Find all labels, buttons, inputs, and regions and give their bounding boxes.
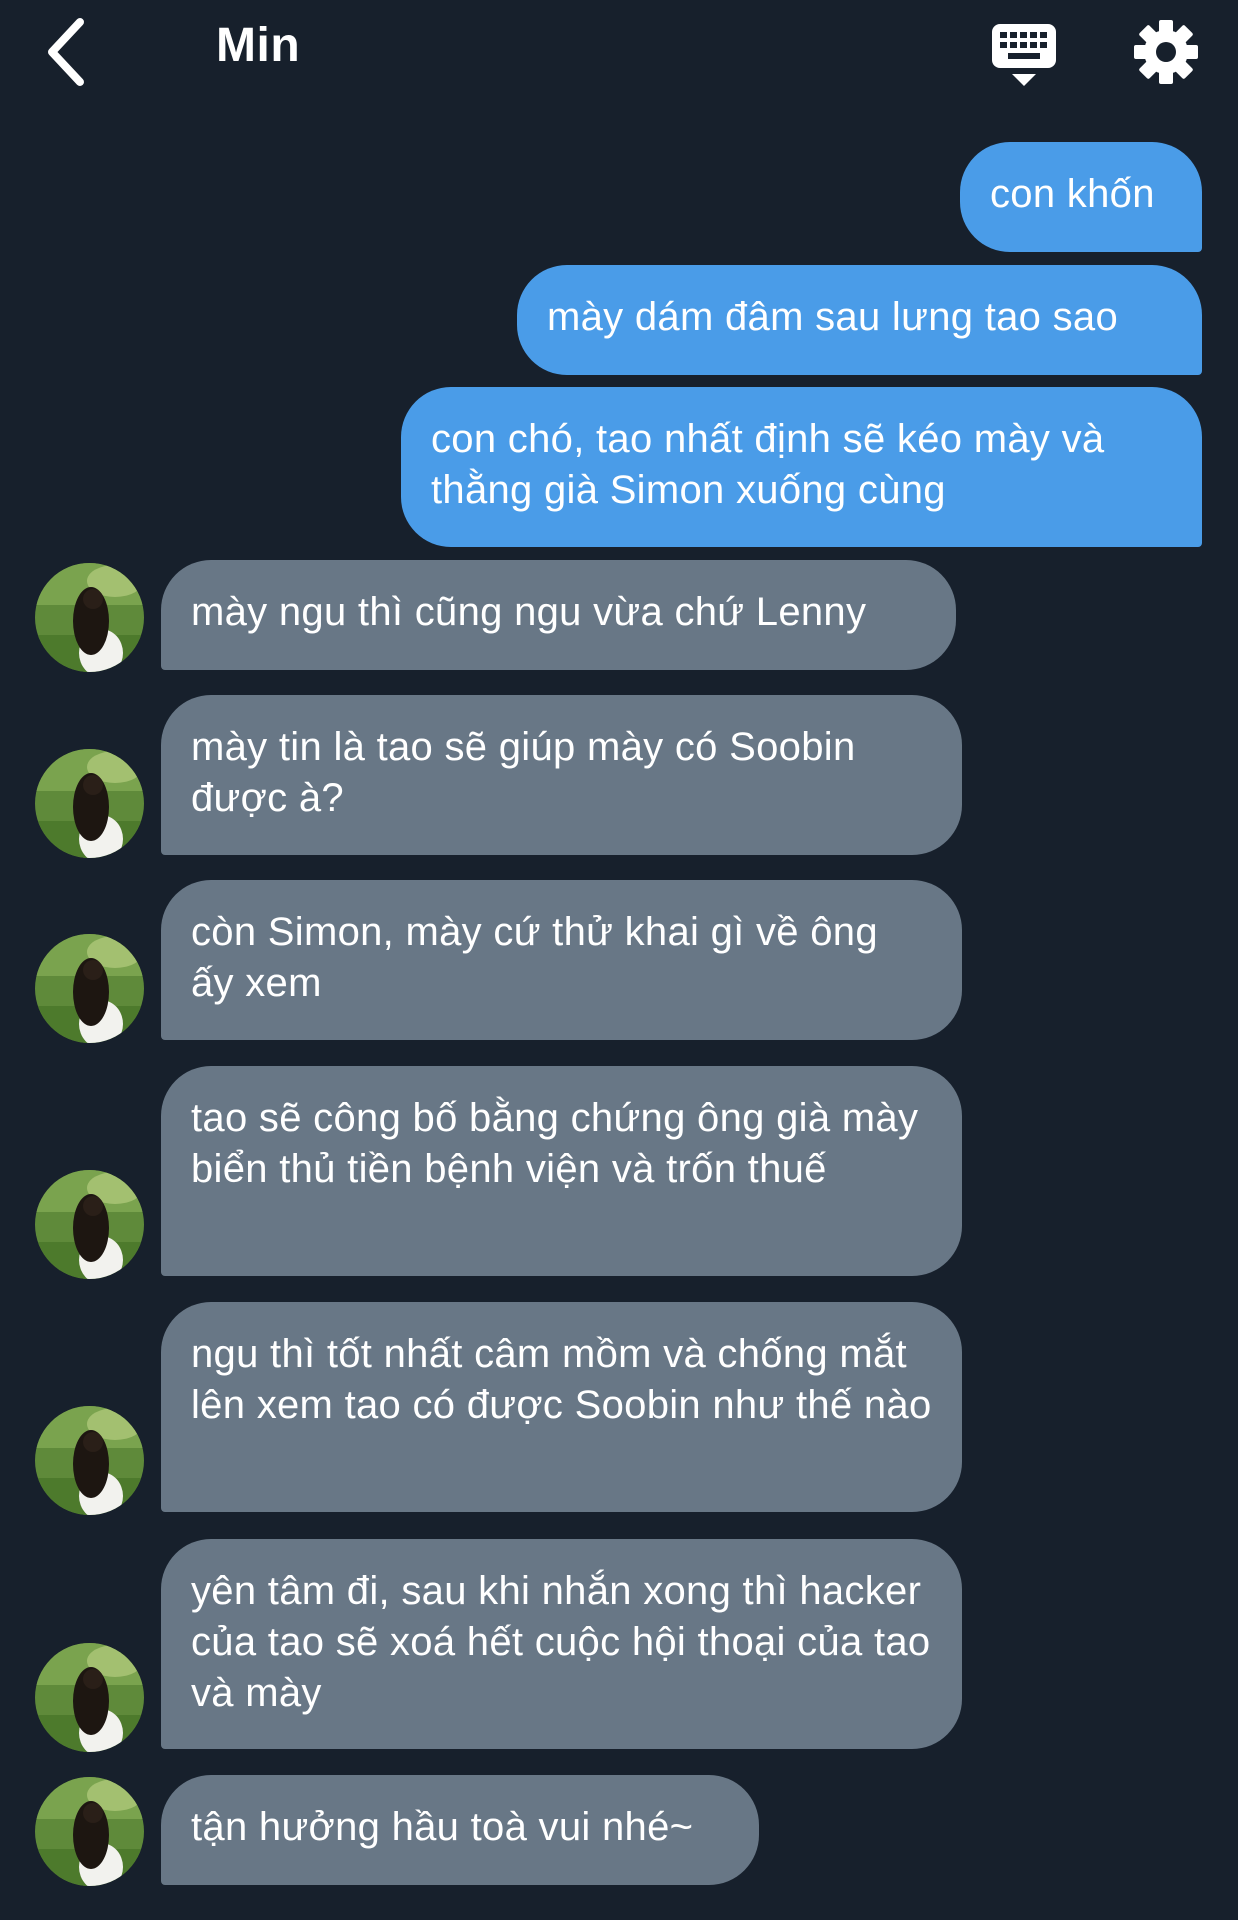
- incoming-message[interactable]: yên tâm đi, sau khi nhắn xong thì hacker…: [161, 1539, 962, 1749]
- gear-icon: [1134, 20, 1198, 84]
- contact-avatar[interactable]: [35, 1643, 144, 1752]
- contact-avatar[interactable]: [35, 1777, 144, 1886]
- incoming-message[interactable]: tận hưởng hầu toà vui nhé~: [161, 1775, 759, 1885]
- outgoing-message[interactable]: con chó, tao nhất định sẽ kéo mày và thằ…: [401, 387, 1202, 547]
- chat-header: Min: [0, 0, 1238, 110]
- contact-avatar[interactable]: [35, 1170, 144, 1279]
- incoming-message[interactable]: mày ngu thì cũng ngu vừa chứ Lenny: [161, 560, 956, 670]
- settings-button[interactable]: [1130, 16, 1202, 88]
- contact-avatar[interactable]: [35, 749, 144, 858]
- chevron-left-icon: [48, 18, 84, 86]
- keyboard-toggle-button[interactable]: [984, 14, 1064, 92]
- avatar-photo: [35, 1777, 144, 1886]
- avatar-photo: [35, 749, 144, 858]
- avatar-photo: [35, 1406, 144, 1515]
- keyboard-icon: [992, 24, 1056, 86]
- contact-avatar[interactable]: [35, 563, 144, 672]
- contact-avatar[interactable]: [35, 1406, 144, 1515]
- back-button[interactable]: [40, 14, 104, 90]
- incoming-message[interactable]: tao sẽ công bố bằng chứng ông già mày bi…: [161, 1066, 962, 1276]
- outgoing-message[interactable]: con khốn: [960, 142, 1202, 252]
- avatar-photo: [35, 563, 144, 672]
- avatar-photo: [35, 934, 144, 1043]
- outgoing-message[interactable]: mày dám đâm sau lưng tao sao: [517, 265, 1202, 375]
- avatar-photo: [35, 1170, 144, 1279]
- contact-avatar[interactable]: [35, 934, 144, 1043]
- avatar-photo: [35, 1643, 144, 1752]
- incoming-message[interactable]: mày tin là tao sẽ giúp mày có Soobin đượ…: [161, 695, 962, 855]
- incoming-message[interactable]: còn Simon, mày cứ thử khai gì về ông ấy …: [161, 880, 962, 1040]
- contact-name: Min: [216, 19, 301, 72]
- incoming-message[interactable]: ngu thì tốt nhất câm mồm và chống mắt lê…: [161, 1302, 962, 1512]
